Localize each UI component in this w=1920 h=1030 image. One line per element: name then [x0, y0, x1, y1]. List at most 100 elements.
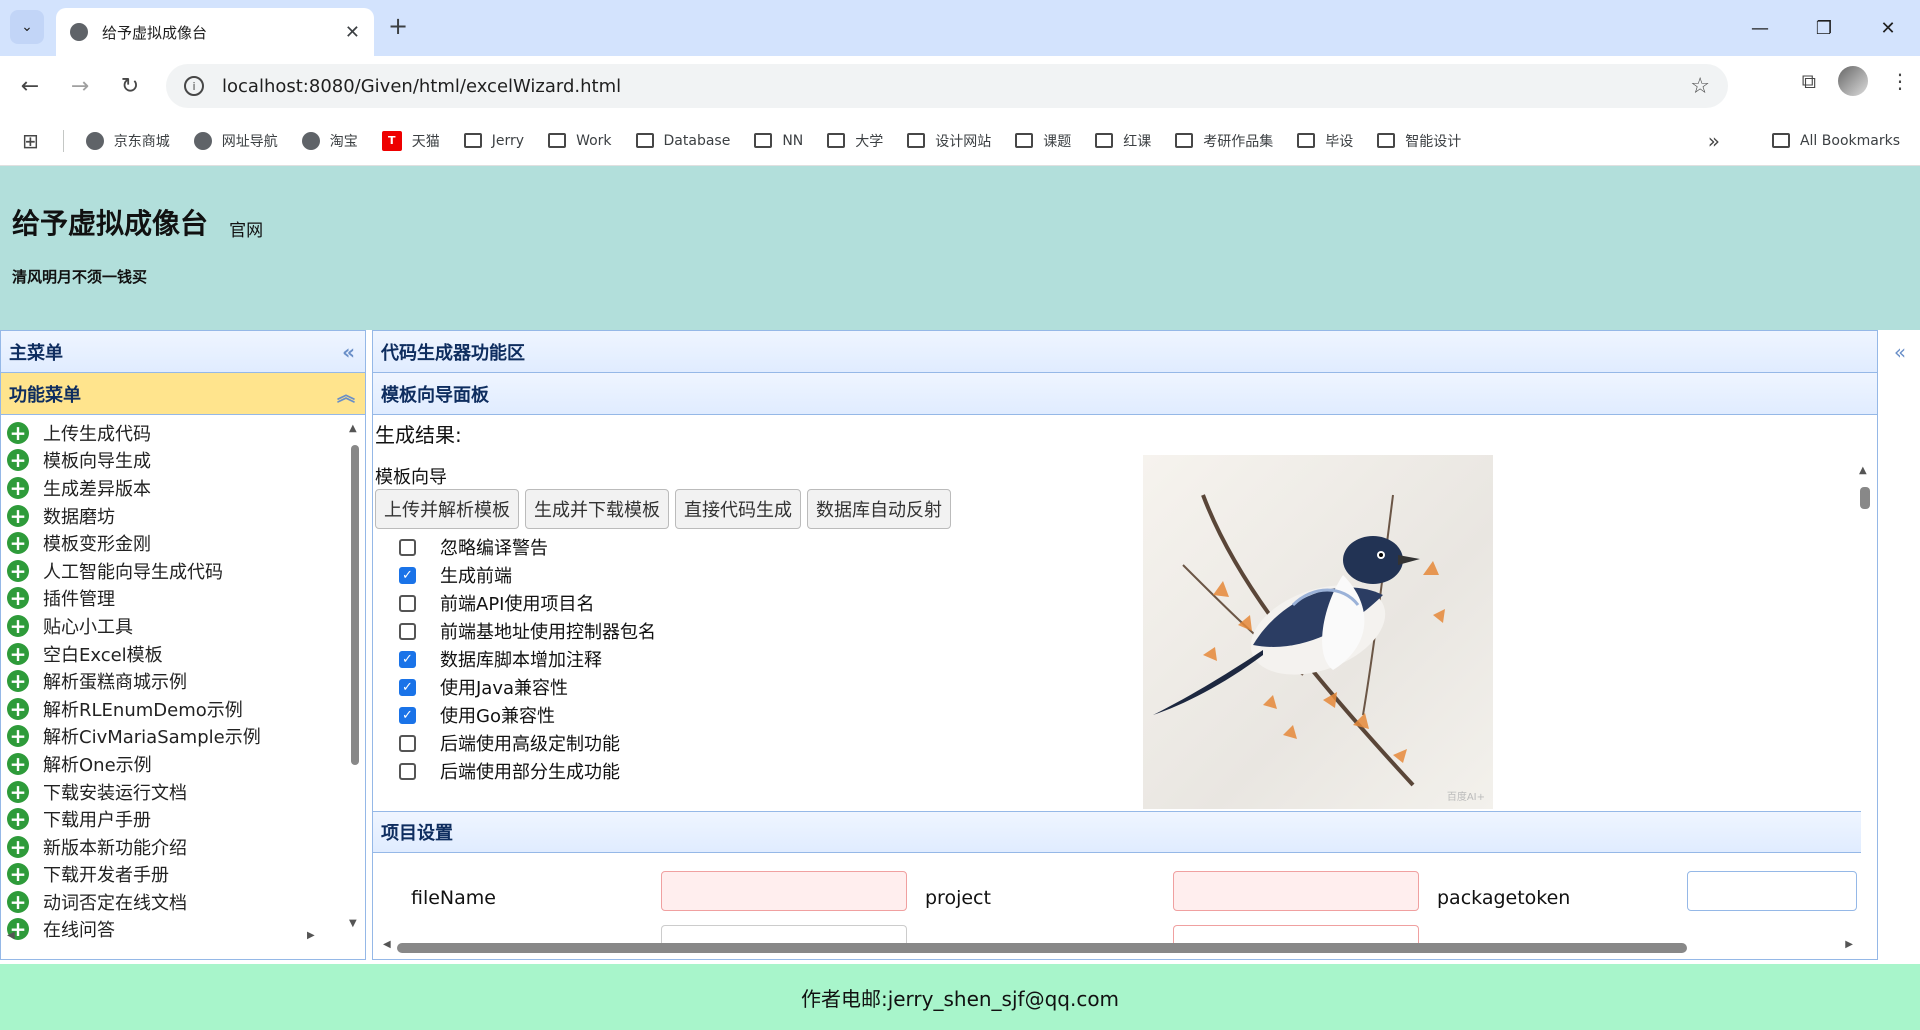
function-menu-title: 功能菜单 [9, 381, 81, 407]
scroll-right-icon[interactable]: ▶ [1845, 939, 1853, 950]
official-link[interactable]: 官网 [229, 221, 263, 241]
option-label: 前端基地址使用控制器包名 [440, 618, 656, 644]
bookmark-star-icon[interactable]: ☆ [1690, 74, 1710, 99]
new-tab-button[interactable]: + [388, 12, 408, 40]
option-checkbox[interactable]: ✓ [399, 567, 416, 584]
all-bookmarks-button[interactable]: All Bookmarks [1772, 133, 1900, 149]
bookmark-item[interactable]: 考研作品集 [1175, 131, 1273, 151]
bookmark-item[interactable]: 智能设计 [1377, 131, 1461, 151]
filename-input[interactable] [661, 871, 907, 911]
scroll-right-icon[interactable]: ▶ [307, 930, 315, 941]
option-checkbox[interactable]: ✓ [399, 679, 416, 696]
minimize-button[interactable]: — [1728, 0, 1792, 56]
function-menu-header[interactable]: 功能菜单 ︽ [1, 373, 365, 415]
folder-icon [827, 133, 845, 148]
menu-item[interactable]: +下载安装运行文档 [7, 778, 365, 806]
project-input[interactable] [1173, 871, 1419, 911]
menu-item[interactable]: +解析One示例 [7, 750, 365, 778]
scroll-thumb[interactable] [397, 943, 1687, 953]
back-button[interactable]: ← [10, 66, 50, 106]
option-checkbox[interactable]: ✓ [399, 651, 416, 668]
plus-icon: + [7, 698, 29, 720]
close-tab-icon[interactable]: ✕ [345, 22, 360, 43]
menu-item[interactable]: +动词否定在线文档 [7, 888, 365, 916]
tab-search-button[interactable]: ⌄ [10, 10, 44, 44]
collapse-left-icon[interactable]: « [342, 340, 355, 364]
wizard-action-button[interactable]: 上传并解析模板 [375, 489, 519, 529]
bookmark-item[interactable]: 淘宝 [302, 131, 358, 151]
wizard-action-button[interactable]: 直接代码生成 [675, 489, 801, 529]
menu-item[interactable]: +新版本新功能介绍 [7, 833, 365, 861]
bookmark-item[interactable]: 大学 [827, 131, 883, 151]
folder-icon [907, 133, 925, 148]
option-checkbox[interactable] [399, 735, 416, 752]
option-checkbox[interactable] [399, 595, 416, 612]
browser-tab[interactable]: 给予虚拟成像台 ✕ [56, 8, 374, 56]
menu-item[interactable]: +解析CivMariaSample示例 [7, 723, 365, 751]
bookmark-item[interactable]: 课题 [1015, 131, 1071, 151]
menu-item[interactable]: +模板变形金刚 [7, 529, 365, 557]
menu-item[interactable]: +解析蛋糕商城示例 [7, 667, 365, 695]
bookmark-label: 天猫 [412, 131, 440, 151]
bookmark-label: 考研作品集 [1203, 131, 1273, 151]
menu-item[interactable]: +上传生成代码 [7, 419, 365, 447]
url-text[interactable]: localhost:8080/Given/html/excelWizard.ht… [222, 76, 1690, 97]
wizard-action-button[interactable]: 数据库自动反射 [807, 489, 951, 529]
menu-item[interactable]: +下载用户手册 [7, 805, 365, 833]
scroll-left-icon[interactable]: ◀ [383, 939, 391, 950]
menu-icon[interactable]: ⋮ [1890, 69, 1910, 93]
close-window-button[interactable]: ✕ [1856, 0, 1920, 56]
menu-item[interactable]: +生成差异版本 [7, 474, 365, 502]
more-bookmarks-icon[interactable]: » [1708, 129, 1720, 153]
plus-icon: + [7, 725, 29, 747]
menu-item[interactable]: +贴心小工具 [7, 612, 365, 640]
menu-item[interactable]: +空白Excel模板 [7, 640, 365, 668]
main-scrollbar[interactable]: ▲ ▼ [1857, 465, 1873, 959]
address-bar[interactable]: i localhost:8080/Given/html/excelWizard.… [166, 64, 1728, 108]
forward-button[interactable]: → [60, 66, 100, 106]
menu-item[interactable]: +人工智能向导生成代码 [7, 557, 365, 585]
bookmark-item[interactable]: NN [754, 131, 803, 151]
apps-icon[interactable]: ⊞ [22, 129, 39, 153]
packagetoken-input[interactable] [1687, 871, 1857, 911]
bookmark-item[interactable]: Database [636, 131, 731, 151]
scroll-left-icon[interactable]: ◀ [7, 930, 15, 941]
bookmark-item[interactable]: 京东商城 [86, 131, 170, 151]
bookmark-item[interactable]: 设计网站 [907, 131, 991, 151]
menu-item[interactable]: +模板向导生成 [7, 447, 365, 475]
reload-button[interactable]: ↻ [110, 66, 150, 106]
scroll-up-icon[interactable]: ▲ [349, 423, 357, 434]
option-checkbox[interactable] [399, 623, 416, 640]
option-checkbox[interactable] [399, 539, 416, 556]
bookmark-item[interactable]: 毕设 [1297, 131, 1353, 151]
menu-item[interactable]: +插件管理 [7, 585, 365, 613]
scroll-thumb[interactable] [351, 445, 359, 765]
bookmark-item[interactable]: 网址导航 [194, 131, 278, 151]
menu-item[interactable]: +解析RLEnumDemo示例 [7, 695, 365, 723]
globe-icon [302, 132, 320, 150]
menu-item[interactable]: +数据磨坊 [7, 502, 365, 530]
chevron-up-icon[interactable]: ︽ [337, 381, 355, 407]
restore-button[interactable]: ❐ [1792, 0, 1856, 56]
extensions-icon[interactable]: ⧉ [1802, 69, 1816, 93]
option-checkbox[interactable]: ✓ [399, 707, 416, 724]
scroll-thumb[interactable] [1860, 487, 1870, 509]
option-checkbox[interactable] [399, 763, 416, 780]
main-menu-title: 主菜单 [9, 339, 63, 365]
main-horizontal-scrollbar[interactable]: ◀ ▶ [383, 939, 1853, 953]
menu-scrollbar[interactable]: ▲ ▼ [347, 423, 361, 923]
profile-avatar[interactable] [1838, 66, 1868, 96]
scroll-up-icon[interactable]: ▲ [1859, 465, 1867, 476]
bookmark-item[interactable]: 红课 [1095, 131, 1151, 151]
globe-icon [70, 23, 88, 41]
option-row: 后端使用部分生成功能 [399, 757, 656, 785]
bookmark-item[interactable]: Work [548, 131, 611, 151]
site-info-icon[interactable]: i [184, 76, 204, 96]
menu-item[interactable]: +下载开发者手册 [7, 861, 365, 889]
bookmark-item[interactable]: T天猫 [382, 131, 440, 151]
expand-right-icon[interactable]: « [1880, 330, 1920, 960]
plus-icon: + [7, 587, 29, 609]
scroll-down-icon[interactable]: ▼ [349, 918, 357, 929]
bookmark-item[interactable]: Jerry [464, 131, 524, 151]
wizard-action-button[interactable]: 生成并下载模板 [525, 489, 669, 529]
